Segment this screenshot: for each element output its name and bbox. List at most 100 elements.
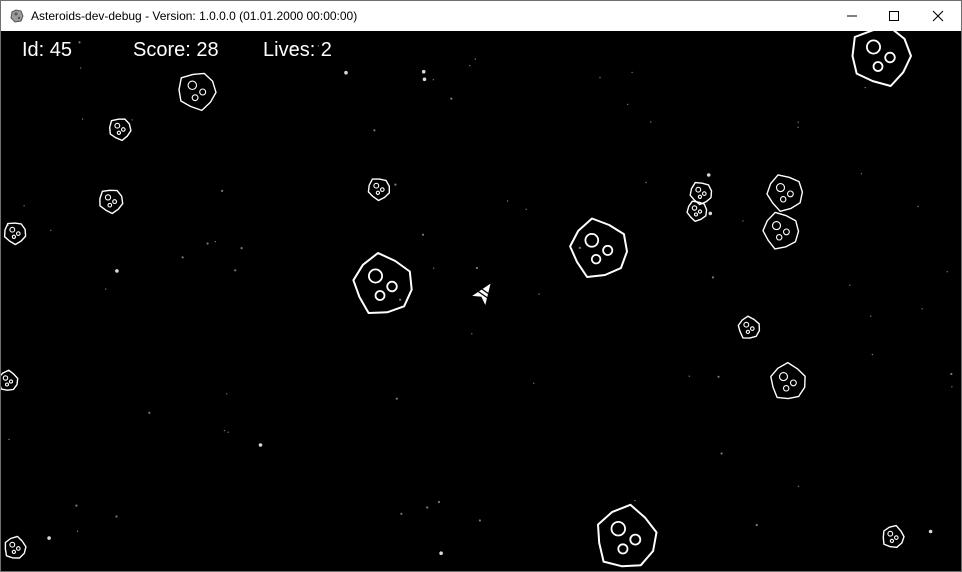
- star: [8, 438, 10, 441]
- star: [720, 452, 723, 455]
- star: [433, 267, 435, 269]
- asteroid: [762, 211, 800, 250]
- star: [951, 386, 953, 388]
- hud-id: Id: 45: [22, 39, 73, 61]
- star: [226, 393, 228, 395]
- star: [717, 375, 720, 378]
- star: [258, 443, 263, 447]
- star: [860, 173, 863, 175]
- hud-lives: Lives: 2: [263, 39, 332, 61]
- star: [50, 229, 52, 231]
- star: [75, 504, 78, 507]
- star: [538, 293, 540, 295]
- star: [471, 333, 473, 335]
- hud: Id: 45 Score: 28 Lives: 2: [1, 39, 961, 67]
- star: [206, 242, 209, 245]
- star: [47, 536, 51, 540]
- star: [234, 269, 237, 272]
- star: [631, 71, 633, 74]
- maximize-button[interactable]: [871, 1, 917, 31]
- star: [395, 397, 398, 400]
- asteroid: [109, 118, 132, 142]
- star: [797, 126, 799, 128]
- star: [148, 411, 151, 414]
- star: [437, 500, 441, 504]
- star: [525, 208, 527, 211]
- hud-score: Score: 28: [133, 39, 219, 61]
- asteroid: [99, 189, 124, 215]
- star: [373, 129, 376, 132]
- starfield: [6, 41, 953, 555]
- star: [946, 271, 948, 273]
- asteroid: [4, 535, 27, 559]
- star: [870, 315, 872, 317]
- asteroid: [737, 315, 761, 339]
- star: [950, 372, 953, 376]
- asteroid: [770, 361, 806, 400]
- asteroid-field: [1, 31, 912, 568]
- asteroid: [686, 200, 708, 222]
- star: [105, 288, 107, 290]
- close-icon: [932, 10, 944, 22]
- star: [115, 269, 119, 273]
- star: [79, 67, 82, 69]
- star: [478, 519, 481, 522]
- asteroid: [882, 524, 905, 548]
- game-window: Asteroids-dev-debug - Version: 1.0.0.0 (…: [0, 0, 962, 572]
- asteroid: [367, 178, 390, 202]
- maximize-icon: [889, 11, 899, 21]
- star: [181, 256, 184, 259]
- close-button[interactable]: [915, 1, 961, 31]
- minimize-button[interactable]: [829, 1, 875, 31]
- asteroid: [569, 217, 628, 278]
- star: [240, 247, 243, 250]
- star: [645, 181, 647, 184]
- star: [708, 211, 713, 216]
- star: [917, 205, 919, 208]
- star: [81, 118, 84, 120]
- star: [864, 86, 866, 89]
- star: [797, 485, 800, 487]
- star: [706, 173, 711, 177]
- star: [426, 506, 429, 509]
- asteroid: [766, 174, 804, 212]
- star: [742, 220, 744, 222]
- asteroid: [597, 503, 658, 568]
- star: [432, 79, 435, 81]
- asteroid: [1, 369, 19, 391]
- star: [921, 308, 923, 310]
- star: [871, 353, 874, 356]
- star: [755, 523, 758, 527]
- game-scene: [1, 31, 953, 568]
- star: [711, 276, 715, 279]
- star: [394, 183, 397, 186]
- star: [578, 246, 581, 249]
- star: [627, 103, 629, 106]
- star: [849, 284, 851, 286]
- star: [221, 189, 224, 192]
- star: [227, 431, 229, 433]
- star: [223, 429, 226, 432]
- asteroid: [178, 72, 217, 112]
- player-ship: [472, 283, 491, 306]
- star: [506, 200, 509, 202]
- star: [131, 119, 133, 121]
- star: [115, 515, 118, 518]
- game-canvas[interactable]: Id: 45 Score: 28 Lives: 2: [1, 31, 961, 571]
- star: [634, 499, 636, 502]
- title-bar[interactable]: Asteroids-dev-debug - Version: 1.0.0.0 (…: [1, 1, 961, 31]
- minimize-icon: [847, 15, 857, 17]
- asteroid: [352, 252, 413, 314]
- star: [76, 530, 79, 532]
- star: [399, 298, 402, 301]
- star: [344, 70, 348, 75]
- app-icon: [10, 9, 24, 23]
- star: [533, 382, 535, 384]
- star: [650, 121, 652, 123]
- star: [23, 205, 25, 207]
- star: [797, 121, 799, 123]
- star: [475, 266, 478, 270]
- window-title: Asteroids-dev-debug - Version: 1.0.0.0 (…: [31, 9, 358, 23]
- star: [422, 77, 427, 82]
- star: [214, 240, 216, 243]
